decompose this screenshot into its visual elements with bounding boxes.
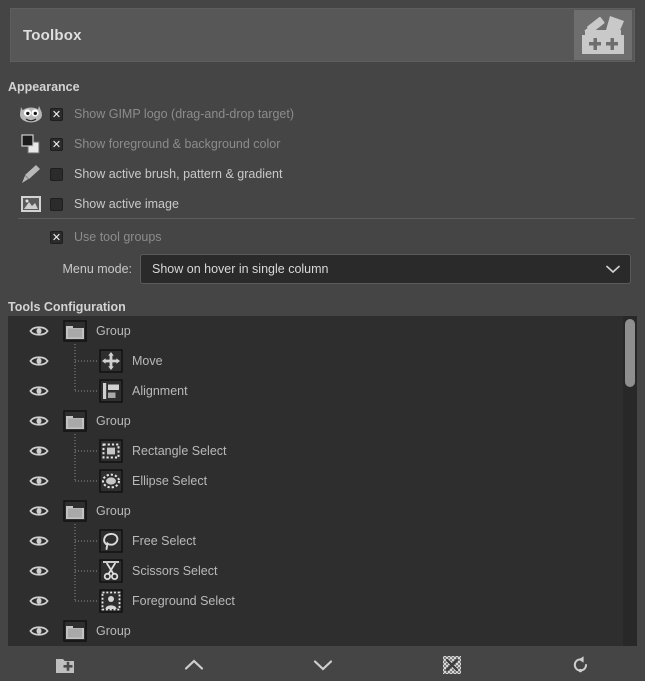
appearance-row-fg-bg-color: ✕ Show foreground & background color bbox=[0, 129, 645, 159]
rectangle-select-icon bbox=[98, 438, 124, 464]
scissors-select-icon bbox=[98, 558, 124, 584]
toolbox-icon bbox=[574, 10, 632, 60]
active-image-icon bbox=[14, 194, 48, 214]
menu-mode-value: Show on hover in single column bbox=[152, 262, 329, 276]
tools-list-row[interactable]: Group bbox=[8, 616, 637, 646]
appearance-section-title: Appearance bbox=[8, 80, 80, 94]
tools-list-row[interactable]: Foreground Select bbox=[8, 586, 637, 616]
tools-list-toolbar bbox=[0, 648, 645, 681]
scrollbar-thumb[interactable] bbox=[625, 319, 635, 387]
tools-list-row[interactable]: Move bbox=[8, 346, 637, 376]
folder-icon bbox=[62, 618, 88, 644]
eye-visibility-icon[interactable] bbox=[24, 624, 54, 638]
show-active-image-label: Show active image bbox=[74, 197, 179, 211]
move-down-button[interactable] bbox=[258, 648, 387, 681]
appearance-row-brush-pattern-gradient: Show active brush, pattern & gradient bbox=[0, 159, 645, 189]
tools-list-scrollbar[interactable] bbox=[623, 316, 637, 646]
show-active-image-checkbox[interactable] bbox=[50, 197, 63, 211]
appearance-row-active-image: Show active image bbox=[0, 189, 645, 219]
eye-visibility-icon[interactable] bbox=[24, 354, 54, 368]
chevron-down-icon bbox=[606, 265, 620, 274]
tools-list-row[interactable]: Ellipse Select bbox=[8, 466, 637, 496]
appearance-row-gimp-logo: ✕ Show GIMP logo (drag-and-drop target) bbox=[0, 99, 645, 129]
tools-list-row-label: Foreground Select bbox=[132, 594, 235, 608]
tools-list-row-label: Free Select bbox=[132, 534, 196, 548]
new-tool-group-button[interactable] bbox=[0, 648, 129, 681]
tools-list-row[interactable]: Rectangle Select bbox=[8, 436, 637, 466]
eye-visibility-icon[interactable] bbox=[24, 594, 54, 608]
use-tool-groups-checkbox[interactable]: ✕ bbox=[50, 230, 63, 244]
tools-configuration-list: Group Move Alignment Group Rectangle Select E… bbox=[8, 316, 637, 646]
toolbox-preferences-page: Toolbox Appearance ✕ Show GIMP logo (dra… bbox=[0, 0, 645, 681]
show-gimp-logo-checkbox[interactable]: ✕ bbox=[50, 107, 63, 121]
reset-button[interactable] bbox=[516, 648, 645, 681]
move-up-button[interactable] bbox=[129, 648, 258, 681]
tools-list-row-label: Group bbox=[96, 324, 131, 338]
eye-visibility-icon[interactable] bbox=[24, 444, 54, 458]
tools-list-row[interactable]: Group bbox=[8, 406, 637, 436]
tools-configuration-section-title: Tools Configuration bbox=[8, 300, 126, 314]
tools-list-row-label: Group bbox=[96, 414, 131, 428]
show-gimp-logo-label: Show GIMP logo (drag-and-drop target) bbox=[74, 107, 295, 121]
tools-list-row-label: Group bbox=[96, 624, 131, 638]
tools-list-row-label: Ellipse Select bbox=[132, 474, 208, 488]
page-header: Toolbox bbox=[10, 8, 635, 62]
free-select-icon bbox=[98, 528, 124, 554]
move-icon bbox=[98, 348, 124, 374]
section-divider bbox=[18, 218, 635, 219]
foreground-background-color-icon bbox=[14, 133, 48, 155]
folder-icon bbox=[62, 408, 88, 434]
menu-mode-dropdown[interactable]: Show on hover in single column bbox=[140, 254, 631, 284]
tools-list-rows: Group Move Alignment Group Rectangle Select E… bbox=[8, 316, 637, 646]
toggle-visibility-button[interactable] bbox=[387, 648, 516, 681]
paintbrush-icon bbox=[14, 163, 48, 185]
eye-visibility-icon[interactable] bbox=[24, 534, 54, 548]
tools-list-row-label: Alignment bbox=[132, 384, 188, 398]
eye-visibility-icon[interactable] bbox=[24, 564, 54, 578]
tools-list-row[interactable]: Free Select bbox=[8, 526, 637, 556]
tools-list-row-label: Rectangle Select bbox=[132, 444, 227, 458]
show-brush-pattern-gradient-checkbox[interactable] bbox=[50, 167, 63, 181]
menu-mode-label: Menu mode: bbox=[62, 262, 132, 276]
show-fg-bg-color-label: Show foreground & background color bbox=[74, 137, 281, 151]
eye-visibility-icon[interactable] bbox=[24, 384, 54, 398]
ellipse-select-icon bbox=[98, 468, 124, 494]
page-title: Toolbox bbox=[23, 26, 82, 44]
folder-icon bbox=[62, 318, 88, 344]
show-fg-bg-color-checkbox[interactable]: ✕ bbox=[50, 137, 63, 151]
alignment-icon bbox=[98, 378, 124, 404]
eye-visibility-icon[interactable] bbox=[24, 504, 54, 518]
use-tool-groups-row: ✕ Use tool groups bbox=[0, 226, 162, 248]
tools-list-row[interactable]: Alignment bbox=[8, 376, 637, 406]
menu-mode-row: Menu mode: Show on hover in single colum… bbox=[0, 254, 645, 284]
tools-list-row-label: Group bbox=[96, 504, 131, 518]
tools-list-row-label: Scissors Select bbox=[132, 564, 218, 578]
tools-list-row[interactable]: Group bbox=[8, 316, 637, 346]
tools-list-row[interactable]: Group bbox=[8, 496, 637, 526]
wilber-logo-icon bbox=[14, 104, 48, 124]
tools-list-row-label: Move bbox=[132, 354, 163, 368]
use-tool-groups-label: Use tool groups bbox=[74, 230, 162, 244]
eye-visibility-icon[interactable] bbox=[24, 474, 54, 488]
eye-visibility-icon[interactable] bbox=[24, 414, 54, 428]
show-brush-pattern-gradient-label: Show active brush, pattern & gradient bbox=[74, 167, 283, 181]
appearance-options-list: ✕ Show GIMP logo (drag-and-drop target) … bbox=[0, 99, 645, 219]
folder-icon bbox=[62, 498, 88, 524]
foreground-select-icon bbox=[98, 588, 124, 614]
eye-visibility-icon[interactable] bbox=[24, 324, 54, 338]
tools-list-row[interactable]: Scissors Select bbox=[8, 556, 637, 586]
